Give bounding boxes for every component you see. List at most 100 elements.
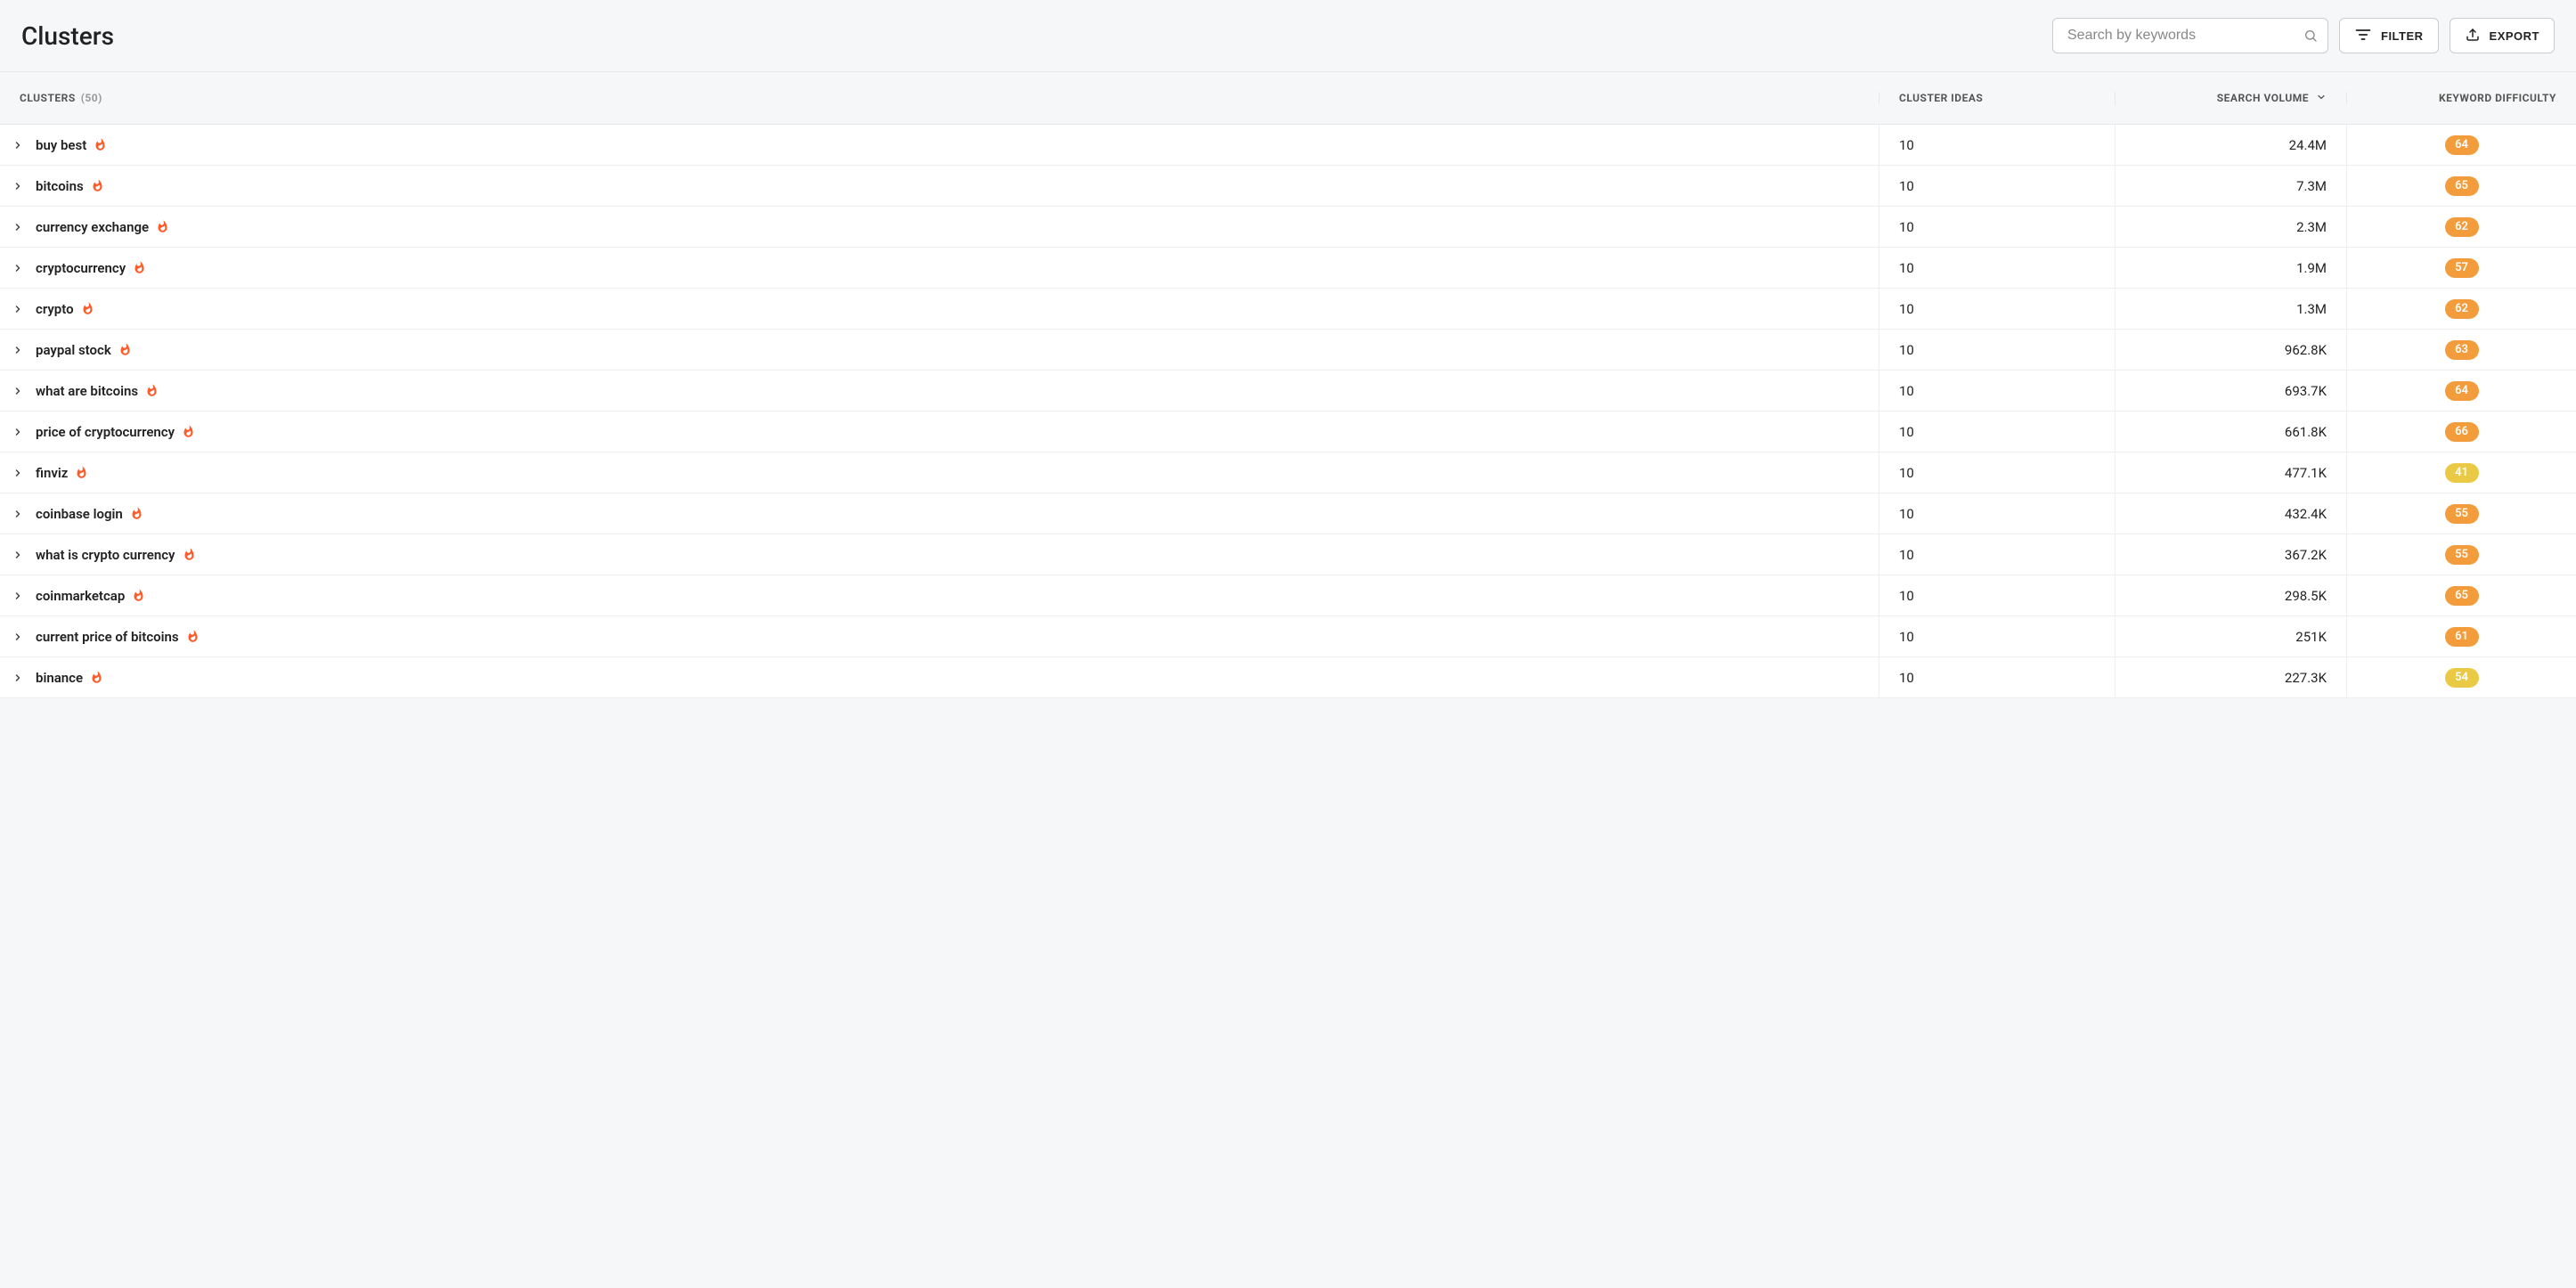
- cluster-name: finviz: [36, 465, 68, 481]
- cluster-name: current price of bitcoins: [36, 629, 179, 645]
- ideas-value: 10: [1899, 424, 1914, 440]
- fire-icon: [94, 138, 107, 151]
- difficulty-badge: 65: [2445, 586, 2479, 606]
- fire-icon: [133, 261, 146, 274]
- table-row[interactable]: what is crypto currency10367.2K55: [0, 534, 2576, 575]
- volume-value: 432.4K: [2285, 506, 2327, 522]
- chevron-right-icon: [12, 181, 27, 192]
- volume-cell: 1.3M: [2115, 289, 2346, 329]
- clusters-table: CLUSTERS (50) CLUSTER IDEAS SEARCH VOLUM…: [0, 71, 2576, 698]
- table-row[interactable]: bitcoins107.3M65: [0, 166, 2576, 207]
- table-header-row: CLUSTERS (50) CLUSTER IDEAS SEARCH VOLUM…: [0, 71, 2576, 125]
- search-input[interactable]: [2052, 18, 2328, 53]
- difficulty-badge: 61: [2445, 627, 2479, 647]
- chevron-right-icon: [12, 673, 27, 683]
- cluster-cell[interactable]: binance: [0, 657, 1879, 697]
- cluster-name: binance: [36, 670, 83, 686]
- ideas-cell: 10: [1879, 657, 2115, 697]
- difficulty-cell: 66: [2346, 412, 2576, 452]
- cluster-cell[interactable]: price of cryptocurrency: [0, 412, 1879, 452]
- column-header-volume[interactable]: SEARCH VOLUME: [2115, 92, 2346, 105]
- column-header-difficulty[interactable]: KEYWORD DIFFICULTY: [2346, 92, 2576, 104]
- table-row[interactable]: what are bitcoins 10 693.7K 64: [0, 371, 2576, 412]
- header-actions: FILTER EXPORT: [2052, 18, 2555, 53]
- difficulty-cell: 41: [2346, 452, 2576, 493]
- fire-icon: [145, 384, 159, 397]
- ideas-value: 10: [1899, 629, 1914, 645]
- difficulty-badge: 57: [2445, 258, 2479, 278]
- ideas-value: 10: [1899, 178, 1914, 194]
- table-row[interactable]: paypal stock 10 962.8K 63: [0, 330, 2576, 371]
- difficulty-cell: 65: [2346, 575, 2576, 615]
- cluster-name: buy best: [36, 137, 86, 153]
- ideas-value: 10: [1899, 342, 1914, 358]
- cluster-cell[interactable]: finviz: [0, 452, 1879, 493]
- volume-cell: 24.4M: [2115, 125, 2346, 165]
- fire-icon: [130, 507, 143, 520]
- cluster-cell[interactable]: paypal stock: [0, 330, 1879, 370]
- column-header-ideas[interactable]: CLUSTER IDEAS: [1879, 92, 2115, 104]
- chevron-right-icon: [12, 509, 27, 519]
- difficulty-cell: 64: [2346, 125, 2576, 165]
- volume-value: 1.3M: [2296, 301, 2327, 317]
- ideas-cell: 10: [1879, 330, 2115, 370]
- cluster-cell[interactable]: what are bitcoins: [0, 371, 1879, 411]
- cluster-cell[interactable]: crypto: [0, 289, 1879, 329]
- table-row[interactable]: currency exchange102.3M62: [0, 207, 2576, 248]
- export-button[interactable]: EXPORT: [2450, 18, 2555, 53]
- table-row[interactable]: cryptocurrency101.9M57: [0, 248, 2576, 289]
- cluster-name: currency exchange: [36, 219, 149, 235]
- table-row[interactable]: current price of bitcoins10251K61: [0, 616, 2576, 657]
- cluster-cell[interactable]: cryptocurrency: [0, 248, 1879, 288]
- filter-button[interactable]: FILTER: [2339, 18, 2439, 53]
- cluster-cell[interactable]: current price of bitcoins: [0, 616, 1879, 656]
- difficulty-cell: 55: [2346, 493, 2576, 534]
- page-title: Clusters: [21, 21, 114, 51]
- cluster-cell[interactable]: coinmarketcap: [0, 575, 1879, 615]
- column-header-clusters[interactable]: CLUSTERS (50): [0, 92, 1879, 104]
- volume-value: 227.3K: [2285, 670, 2327, 686]
- chevron-right-icon: [12, 386, 27, 396]
- table-row[interactable]: finviz10477.1K41: [0, 452, 2576, 493]
- cluster-name: crypto: [36, 301, 74, 317]
- fire-icon: [91, 179, 104, 192]
- table-row[interactable]: binance10227.3K54: [0, 657, 2576, 698]
- table-row[interactable]: coinmarketcap10298.5K65: [0, 575, 2576, 616]
- ideas-value: 10: [1899, 383, 1914, 399]
- fire-icon: [156, 220, 169, 233]
- volume-value: 477.1K: [2285, 465, 2327, 481]
- table-row[interactable]: price of cryptocurrency 10 661.8K66: [0, 412, 2576, 452]
- export-icon: [2465, 27, 2481, 45]
- cluster-cell[interactable]: buy best: [0, 125, 1879, 165]
- volume-value: 1.9M: [2296, 260, 2327, 276]
- column-volume-label: SEARCH VOLUME: [2217, 92, 2309, 104]
- ideas-cell: 10: [1879, 493, 2115, 534]
- volume-cell: 693.7K: [2115, 371, 2346, 411]
- volume-cell: 367.2K: [2115, 534, 2346, 575]
- difficulty-cell: 61: [2346, 616, 2576, 656]
- difficulty-badge: 62: [2445, 299, 2479, 319]
- difficulty-cell: 63: [2346, 330, 2576, 370]
- table-row[interactable]: crypto101.3M62: [0, 289, 2576, 330]
- cluster-cell[interactable]: bitcoins: [0, 166, 1879, 206]
- export-label: EXPORT: [2490, 29, 2539, 43]
- volume-cell: 2.3M: [2115, 207, 2346, 247]
- cluster-cell[interactable]: currency exchange: [0, 207, 1879, 247]
- difficulty-badge: 64: [2445, 381, 2479, 401]
- chevron-down-icon: [2316, 92, 2327, 105]
- volume-value: 298.5K: [2285, 588, 2327, 604]
- chevron-right-icon: [12, 591, 27, 601]
- cluster-name: paypal stock: [36, 342, 111, 358]
- column-clusters-label: CLUSTERS: [20, 92, 76, 104]
- chevron-right-icon: [12, 345, 27, 355]
- table-row[interactable]: buy best1024.4M64: [0, 125, 2576, 166]
- volume-cell: 661.8K: [2115, 412, 2346, 452]
- ideas-cell: 10: [1879, 616, 2115, 656]
- volume-value: 962.8K: [2285, 342, 2327, 358]
- table-row[interactable]: coinbase login10 432.4K 55: [0, 493, 2576, 534]
- fire-icon: [186, 630, 200, 643]
- cluster-cell[interactable]: what is crypto currency: [0, 534, 1879, 575]
- volume-cell: 962.8K: [2115, 330, 2346, 370]
- cluster-cell[interactable]: coinbase login: [0, 493, 1879, 534]
- column-difficulty-label: KEYWORD DIFFICULTY: [2439, 92, 2556, 104]
